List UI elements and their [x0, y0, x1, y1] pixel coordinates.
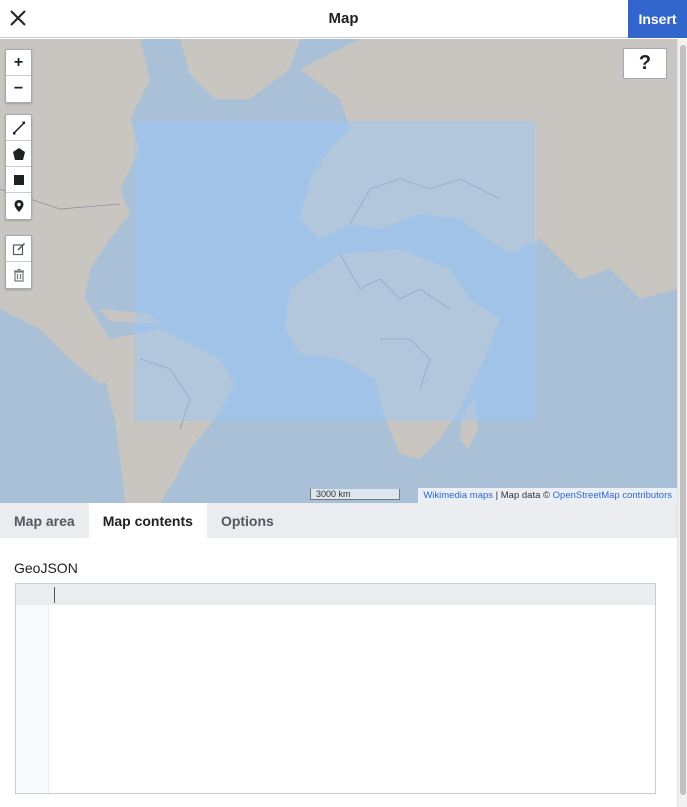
edit-layers-icon: [12, 242, 25, 255]
wikimedia-maps-link[interactable]: Wikimedia maps: [423, 490, 493, 501]
help-button[interactable]: ?: [623, 48, 667, 79]
map-view[interactable]: + − ? 3000 km Wikimedia maps | Map data …: [0, 39, 677, 503]
attribution-separator: | Map data ©: [493, 490, 553, 501]
edit-layers-button[interactable]: [6, 236, 31, 262]
draw-marker-button[interactable]: [6, 193, 31, 219]
draw-rectangle-icon: [13, 174, 24, 185]
zoom-out-button[interactable]: −: [6, 76, 31, 102]
osm-contributors-link[interactable]: OpenStreetMap contributors: [553, 490, 672, 501]
editor-active-line: [16, 584, 655, 605]
draw-polygon-icon: [12, 147, 25, 160]
draw-line-button[interactable]: [6, 115, 31, 141]
dialog-title: Map: [328, 10, 359, 27]
dialog-header: Map Insert: [0, 0, 687, 38]
tab-map-contents[interactable]: Map contents: [88, 503, 207, 538]
edit-toolbar: [5, 235, 32, 289]
delete-layers-button[interactable]: [6, 262, 31, 288]
zoom-controls: + −: [5, 49, 32, 103]
map-attribution: Wikimedia maps | Map data © OpenStreetMa…: [418, 488, 677, 503]
draw-toolbar: [5, 114, 32, 220]
editor-gutter: [16, 584, 49, 793]
dialog-scrollbar[interactable]: [677, 39, 687, 807]
draw-polygon-button[interactable]: [6, 141, 31, 167]
insert-button[interactable]: Insert: [628, 0, 687, 38]
tab-map-area[interactable]: Map area: [0, 503, 89, 538]
trash-icon: [13, 268, 24, 282]
map-area-selection[interactable]: [135, 121, 535, 421]
draw-rectangle-button[interactable]: [6, 167, 31, 193]
geojson-label: GeoJSON: [14, 560, 78, 576]
geojson-editor[interactable]: [15, 583, 656, 794]
zoom-in-button[interactable]: +: [6, 50, 31, 76]
draw-line-icon: [12, 121, 25, 134]
tab-bar: Map area Map contents Options: [0, 503, 677, 538]
map-scale: 3000 km: [310, 489, 400, 500]
editor-cursor: [54, 587, 55, 603]
scrollbar-thumb[interactable]: [680, 45, 686, 795]
tab-options[interactable]: Options: [207, 503, 288, 538]
draw-marker-icon: [14, 200, 23, 212]
